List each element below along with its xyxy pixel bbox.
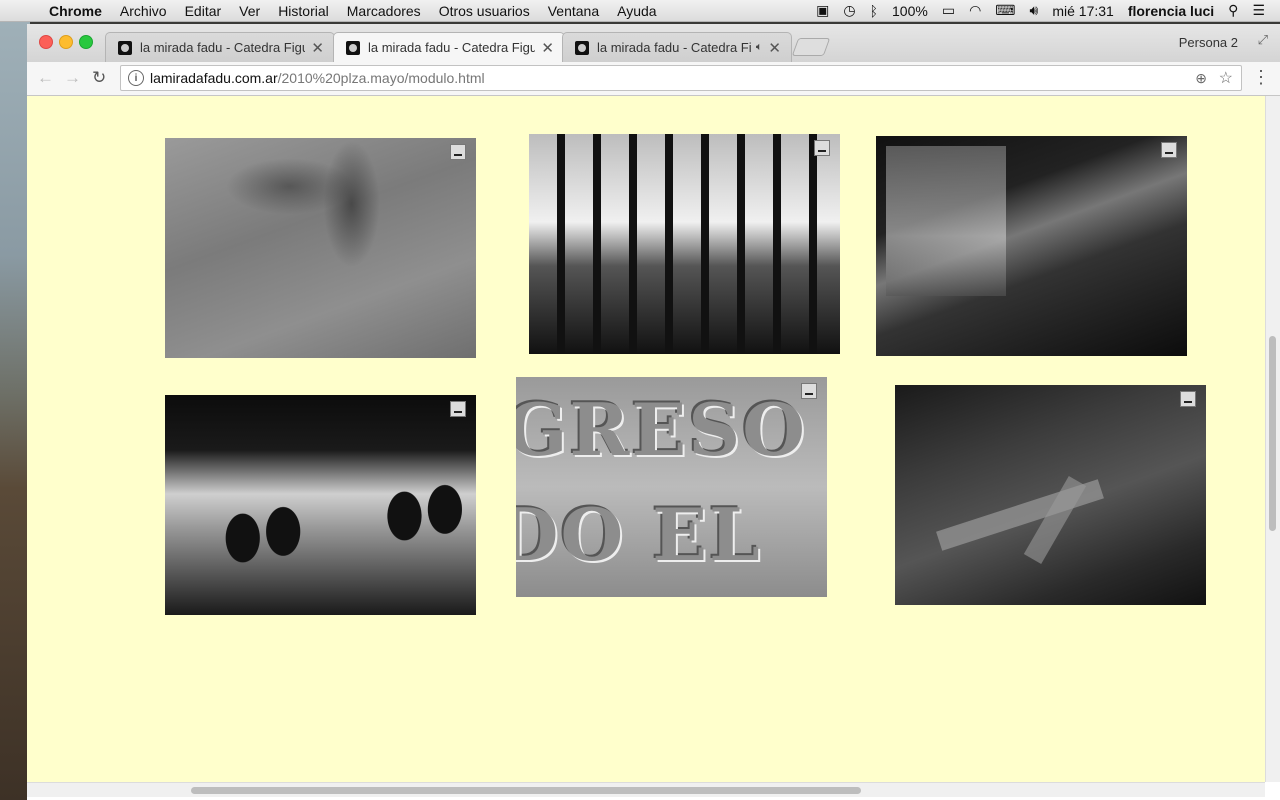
tab-title: la mirada fadu - Catedra Figu — [140, 40, 306, 55]
user-name[interactable]: florencia luci — [1121, 3, 1221, 19]
site-favicon-icon — [346, 40, 360, 55]
tab-strip: la mirada fadu - Catedra Figu ✕ la mirad… — [27, 24, 1280, 62]
close-tab-icon[interactable]: ✕ — [311, 39, 324, 57]
notification-center-icon[interactable]: ☰ — [1245, 2, 1272, 19]
close-window-button[interactable] — [39, 35, 53, 49]
close-tab-icon[interactable]: ✕ — [541, 39, 554, 57]
plugin-minimize-button[interactable] — [450, 144, 466, 160]
tab-title: la mirada fadu - Catedra Fi — [597, 40, 752, 55]
back-arrow-icon[interactable]: ← — [37, 68, 54, 88]
wifi-icon[interactable]: ◠ — [962, 2, 988, 19]
engraved-text-line2: DO EL — [516, 492, 762, 577]
close-tab-icon[interactable]: ✕ — [768, 39, 781, 57]
menu-archivo[interactable]: Archivo — [111, 3, 176, 19]
plugin-minimize-button[interactable] — [1180, 391, 1196, 407]
menu-ver[interactable]: Ver — [230, 3, 269, 19]
new-tab-button[interactable] — [791, 38, 831, 56]
address-bar[interactable]: i lamiradafadu.com.ar/2010%20plza.mayo/m… — [120, 65, 1242, 91]
forward-arrow-icon[interactable]: → — [64, 68, 81, 88]
plugin-minimize-button[interactable] — [814, 140, 830, 156]
menu-historial[interactable]: Historial — [269, 3, 338, 19]
site-favicon-icon — [575, 40, 589, 55]
browser-menu-icon[interactable]: ⋮ — [1252, 67, 1270, 88]
horizontal-scroll-thumb[interactable] — [191, 787, 861, 794]
time-machine-icon[interactable]: ◷ — [836, 2, 862, 19]
tab-2-active[interactable]: la mirada fadu - Catedra Figu ✕ — [333, 32, 565, 62]
keyboard-icon[interactable]: ⌨ — [988, 2, 1022, 19]
battery-icon[interactable]: ▭ — [935, 2, 962, 19]
site-favicon-icon — [118, 40, 132, 55]
volume-icon[interactable]: 🔊︎ — [1023, 2, 1046, 19]
plugin-minimize-button[interactable] — [450, 401, 466, 417]
browser-toolbar: ← → ↻ i lamiradafadu.com.ar/2010%20plza.… — [27, 62, 1280, 96]
bluetooth-icon[interactable]: ᛒ — [863, 3, 885, 19]
menubar: Chrome Archivo Editar Ver Historial Marc… — [0, 0, 1280, 22]
menu-ayuda[interactable]: Ayuda — [608, 3, 665, 19]
photo-engraved-letters: GRESO DO EL — [516, 377, 827, 597]
minimize-window-button[interactable] — [59, 35, 73, 49]
tab-title: la mirada fadu - Catedra Figu — [368, 40, 536, 55]
menu-ventana[interactable]: Ventana — [539, 3, 608, 19]
menu-otros-usuarios[interactable]: Otros usuarios — [430, 3, 539, 19]
spotlight-search-icon[interactable]: ⚲ — [1221, 2, 1245, 19]
menu-editar[interactable]: Editar — [176, 3, 231, 19]
desktop-wallpaper — [0, 22, 30, 800]
reload-icon[interactable]: ↻ — [92, 68, 106, 88]
url-host: lamiradafadu.com.ar — [150, 70, 278, 86]
photo-wet-street — [876, 136, 1187, 356]
audio-playing-icon[interactable]: 🔈︎ — [756, 41, 763, 54]
engraved-text-line1: GRESO — [516, 387, 807, 472]
photo-iron-gate — [529, 134, 840, 354]
vertical-scroll-thumb[interactable] — [1269, 336, 1276, 531]
fullscreen-icon[interactable]: ⤢ — [1258, 32, 1268, 48]
battery-percent[interactable]: 100% — [885, 3, 935, 19]
bookmark-star-icon[interactable]: ☆ — [1219, 68, 1233, 88]
page-content: GRESO DO EL — [27, 96, 1265, 782]
url-path: /2010%20plza.mayo/modulo.html — [277, 70, 485, 86]
tab-1[interactable]: la mirada fadu - Catedra Figu ✕ — [105, 32, 335, 62]
photo-puddle-reflection — [165, 138, 476, 358]
photo-shadows-wall — [165, 395, 476, 615]
plugin-minimize-button[interactable] — [1161, 142, 1177, 158]
screen-record-icon[interactable]: ▣ — [809, 2, 836, 19]
status-area: ▣ ◷ ᛒ 100% ▭ ◠ ⌨ 🔊︎ mié 17:31 florencia … — [809, 2, 1280, 19]
vertical-scrollbar[interactable] — [1265, 96, 1280, 782]
menu-app-name[interactable]: Chrome — [40, 3, 111, 19]
profile-button[interactable]: Persona 2 — [1179, 35, 1238, 50]
photo-road-arrows — [895, 385, 1206, 605]
clock[interactable]: mié 17:31 — [1045, 3, 1120, 19]
zoom-window-button[interactable] — [79, 35, 93, 49]
tab-3[interactable]: la mirada fadu - Catedra Fi 🔈︎ ✕ — [562, 32, 792, 62]
browser-window: la mirada fadu - Catedra Figu ✕ la mirad… — [27, 24, 1280, 800]
horizontal-scrollbar[interactable] — [27, 782, 1265, 797]
plugin-minimize-button[interactable] — [801, 383, 817, 399]
zoom-magnifier-icon[interactable]: ⊕ — [1195, 70, 1207, 87]
site-info-icon[interactable]: i — [128, 70, 144, 86]
menu-marcadores[interactable]: Marcadores — [338, 3, 430, 19]
